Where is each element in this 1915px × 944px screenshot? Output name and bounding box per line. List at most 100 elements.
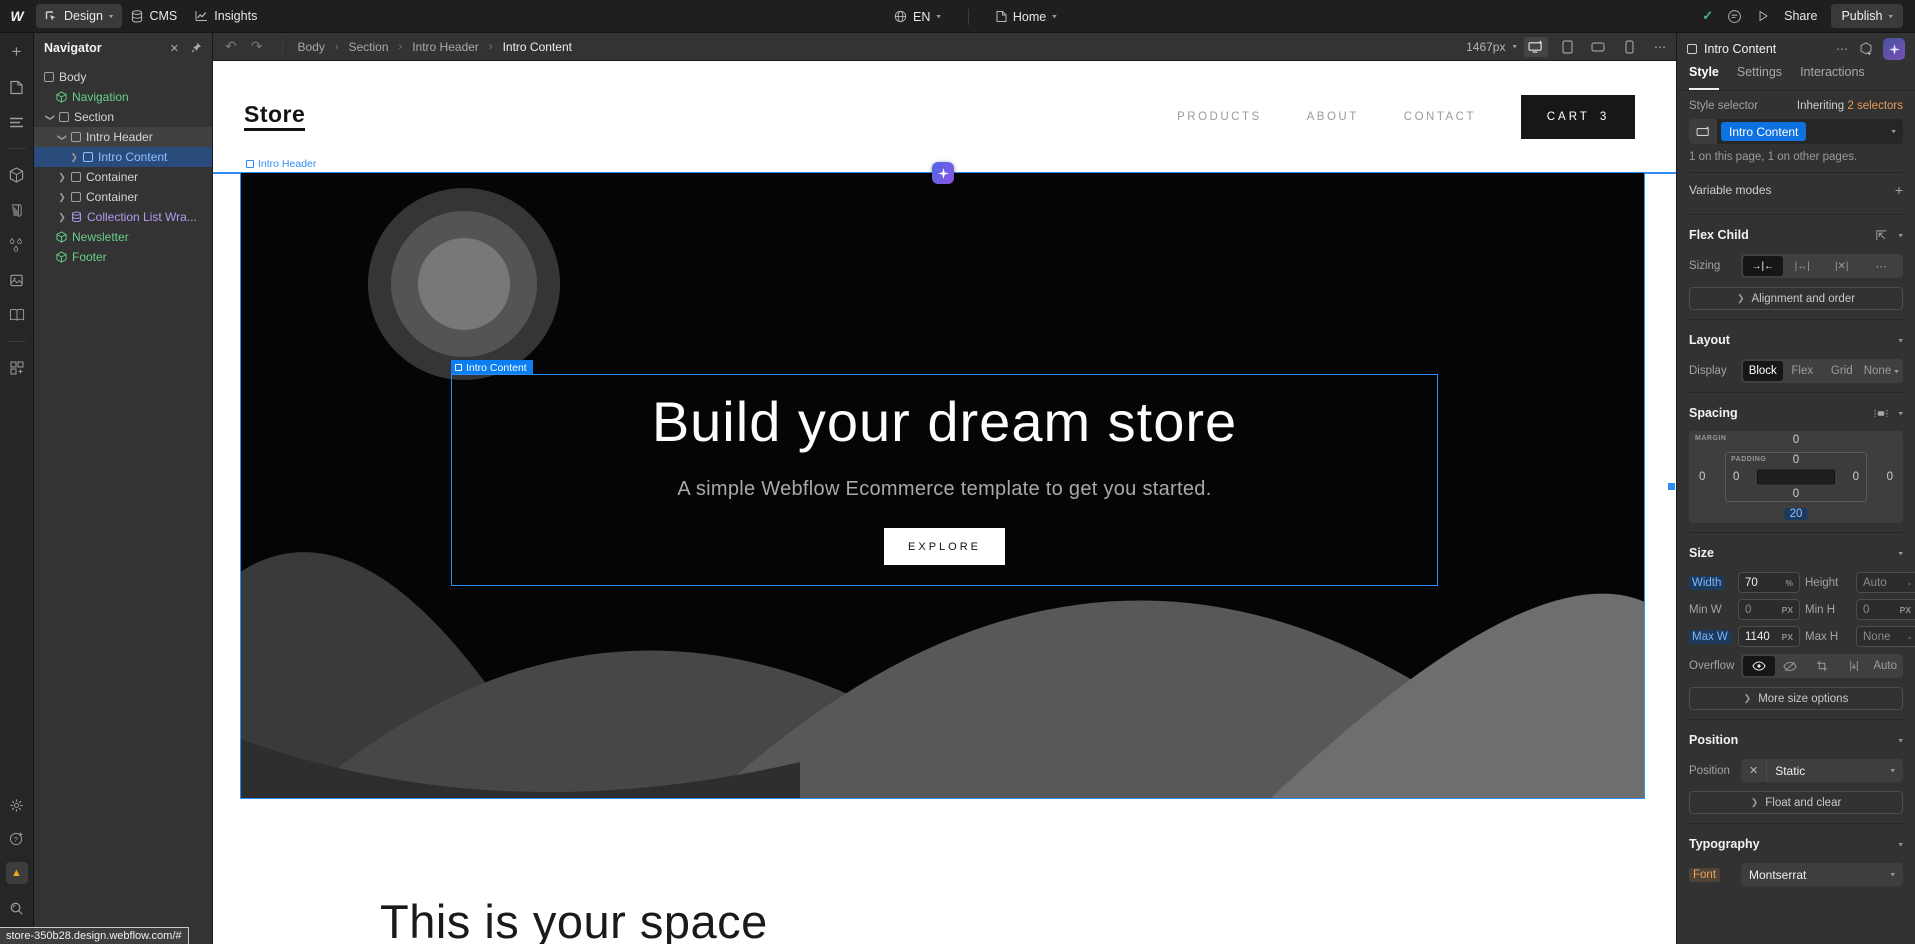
width-unit[interactable]: % [1785,578,1793,588]
padding-bottom-value[interactable]: 0 [1793,488,1799,500]
display-grid-option[interactable]: Grid [1822,361,1862,381]
redo-icon[interactable]: ↷ [251,38,263,55]
min-width-unit[interactable]: PX [1782,605,1793,615]
tab-style[interactable]: Style [1689,65,1719,90]
ai-spacing-handle[interactable] [932,162,954,184]
intro-content-element[interactable]: Build your dream store A simple Webflow … [451,374,1438,586]
nav-link-products[interactable]: PRODUCTS [1177,111,1262,123]
clear-position-icon[interactable]: ✕ [1741,759,1767,782]
display-block-option[interactable]: Block [1743,361,1783,381]
breadcrumb-intro-content[interactable]: Intro Content [503,40,572,54]
height-unit[interactable]: - [1908,578,1911,588]
design-mode-button[interactable]: Design ▾ [36,4,122,28]
design-canvas[interactable]: Store PRODUCTS ABOUT CONTACT CART 3 Intr… [213,61,1676,944]
hero-title[interactable]: Build your dream store [652,389,1237,454]
inheriting-info[interactable]: Inheriting 2 selectors [1797,100,1903,112]
tree-item-body[interactable]: Body [34,67,212,87]
tree-item-container[interactable]: ❯ Container [34,167,212,187]
chevron-expanded-icon[interactable]: ❯ [57,133,68,141]
nav-link-about[interactable]: ABOUT [1307,111,1359,123]
intro-content-tag[interactable]: Intro Content [451,360,533,375]
margin-left-value[interactable]: 0 [1699,471,1705,483]
padding-left-value[interactable]: 0 [1733,471,1739,483]
selection-resize-handle[interactable] [1667,482,1676,491]
min-width-input[interactable]: 0 PX [1738,599,1800,620]
padding-right-value[interactable]: 0 [1853,471,1859,483]
breadcrumb-section[interactable]: Section [349,40,389,54]
canvas-width-value[interactable]: 1467px [1466,40,1505,54]
min-height-input[interactable]: 0 PX [1856,599,1915,620]
collapse-section-icon[interactable]: ▾ [1898,409,1903,418]
assets-icon[interactable] [6,271,28,289]
display-none-option[interactable]: None ▾ [1862,361,1902,381]
overflow-auto-option[interactable]: Auto [1869,656,1901,676]
max-width-input[interactable]: 1140 PX [1738,626,1800,647]
spacing-control[interactable]: MARGIN 0 0 0 20 PADDING 0 0 0 0 [1689,431,1903,523]
tab-settings[interactable]: Settings [1737,65,1782,90]
insights-button[interactable]: Insights [186,4,266,28]
tree-item-collection-list[interactable]: ❯ Collection List Wra... [34,207,212,227]
site-logo[interactable]: Store [244,102,305,131]
breakpoint-tablet-button[interactable] [1555,37,1579,57]
height-input[interactable]: Auto - [1856,572,1915,593]
add-elements-icon[interactable]: + [6,43,28,61]
breadcrumb-intro-header[interactable]: Intro Header [412,40,479,54]
flex-child-parent-icon[interactable] [1875,229,1888,242]
breakpoint-phone-landscape-button[interactable] [1586,37,1610,57]
collapse-section-icon[interactable]: ▾ [1898,840,1903,849]
tree-item-container-2[interactable]: ❯ Container [34,187,212,207]
nav-link-contact[interactable]: CONTACT [1404,111,1476,123]
chevron-expanded-icon[interactable]: ❯ [45,113,56,121]
apps-icon[interactable] [6,359,28,377]
ai-assistant-button[interactable] [1883,38,1905,60]
padding-control[interactable]: PADDING 0 0 0 0 [1725,452,1867,502]
pages-icon[interactable] [6,78,28,96]
settings-gear-icon[interactable] [6,796,28,814]
help-icon[interactable]: ? [6,829,28,847]
section-heading[interactable]: This is your space [380,894,768,944]
locale-switcher[interactable]: EN ▾ [885,5,950,29]
undo-icon[interactable]: ↶ [225,38,237,55]
float-and-clear-button[interactable]: ❯ Float and clear [1689,791,1903,814]
close-icon[interactable]: ✕ [170,42,179,55]
collapse-section-icon[interactable]: ▾ [1898,736,1903,745]
overflow-hidden-option[interactable] [1775,656,1807,676]
variables-icon[interactable] [6,236,28,254]
page-switcher[interactable]: Home ▾ [987,5,1066,29]
display-flex-option[interactable]: Flex [1783,361,1823,381]
max-width-unit[interactable]: PX [1782,632,1793,642]
tree-item-newsletter[interactable]: Newsletter [34,227,212,247]
overflow-clip-option[interactable] [1838,656,1870,676]
alignment-and-order-button[interactable]: ❯ Alignment and order [1689,287,1903,310]
tree-item-section[interactable]: ❯ Section [34,107,212,127]
tree-item-navigation[interactable]: Navigation [34,87,212,107]
class-selector-input[interactable]: Intro Content ▾ [1689,119,1903,144]
chevron-collapsed-icon[interactable]: ❯ [58,172,66,183]
font-dropdown[interactable]: Montserrat ▾ [1741,863,1903,886]
breakpoint-desktop-button[interactable] [1524,37,1548,57]
sizing-more-option[interactable]: ⋯ [1862,256,1902,276]
collapse-section-icon[interactable]: ▾ [1898,336,1903,345]
navigator-icon[interactable] [6,113,28,131]
overflow-visible-option[interactable] [1743,656,1775,676]
intro-header-tag[interactable]: Intro Header [246,158,316,170]
add-variable-mode-icon[interactable]: + [1895,182,1903,198]
chevron-collapsed-icon[interactable]: ❯ [58,192,66,203]
collapse-section-icon[interactable]: ▾ [1898,231,1903,240]
create-component-icon[interactable] [1859,42,1873,56]
overflow-scroll-option[interactable] [1806,656,1838,676]
explore-button[interactable]: EXPLORE [884,528,1005,565]
position-dropdown[interactable]: ✕ Static ▾ [1741,759,1903,782]
styles-icon[interactable] [6,201,28,219]
sizing-shrink-option[interactable]: →|← [1743,256,1783,276]
padding-top-value[interactable]: 0 [1793,454,1799,466]
cms-button[interactable]: CMS [122,4,186,28]
share-button[interactable]: Share [1784,9,1817,23]
width-input[interactable]: 70 % [1738,572,1800,593]
search-icon[interactable] [6,899,28,917]
cart-button[interactable]: CART 3 [1521,95,1635,139]
margin-right-value[interactable]: 0 [1887,471,1893,483]
max-height-unit[interactable]: - [1908,632,1911,642]
breakpoint-phone-portrait-button[interactable] [1617,37,1641,57]
breakpoint-indicator-button[interactable] [1689,119,1717,144]
